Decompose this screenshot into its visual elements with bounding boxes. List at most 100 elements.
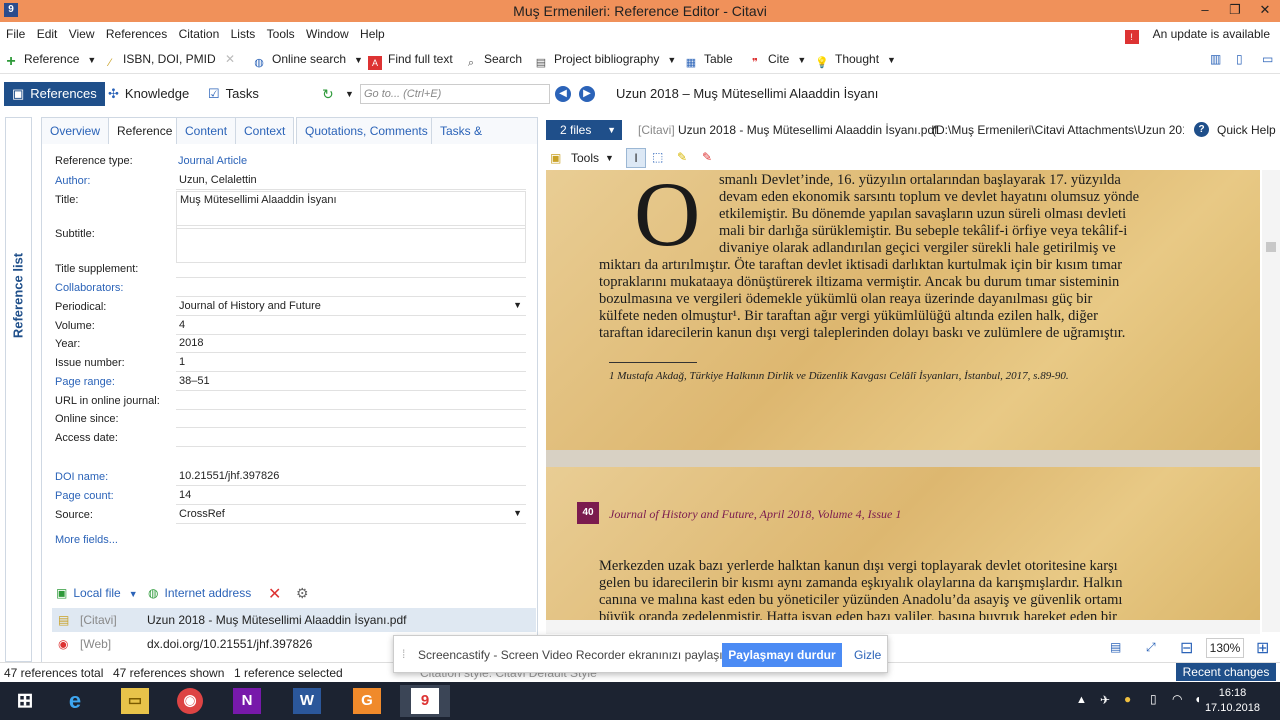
- thought-button[interactable]: 💡 Thought ▼: [815, 52, 896, 70]
- tab-knowledge[interactable]: ✣ Knowledge: [100, 82, 197, 106]
- start-button[interactable]: ⊞: [0, 685, 50, 717]
- delete-icon[interactable]: ✕: [225, 52, 235, 66]
- tab-reference[interactable]: Reference: [108, 117, 182, 144]
- chevron-down-icon[interactable]: ▼: [345, 89, 354, 99]
- doi-field[interactable]: 10.21551/jhf.397826: [176, 468, 526, 486]
- title-field[interactable]: Muş Mütesellimi Alaaddin İsyanı: [176, 191, 526, 229]
- online-since-field[interactable]: [176, 410, 526, 428]
- stop-sharing-button[interactable]: Paylaşmayı durdur: [722, 643, 842, 667]
- maximize-button[interactable]: ❐: [1220, 0, 1250, 22]
- chevron-down-icon[interactable]: ▼: [354, 55, 363, 65]
- zoom-out-icon[interactable]: ⊟: [1180, 638, 1193, 658]
- history-icon[interactable]: ↻: [322, 86, 334, 103]
- gear-icon[interactable]: ⚙: [296, 585, 309, 602]
- taskbar-chrome[interactable]: ◉: [165, 685, 215, 717]
- menu-window[interactable]: Window: [306, 22, 349, 46]
- collaborators-label[interactable]: Collaborators:: [55, 282, 123, 294]
- internet-address-button[interactable]: ◍ Internet address: [148, 586, 251, 600]
- tab-tasks[interactable]: ☑ Tasks: [200, 82, 267, 106]
- zoom-level[interactable]: 130%: [1206, 638, 1244, 658]
- menu-references[interactable]: References: [106, 22, 167, 46]
- close-button[interactable]: ✕: [1250, 0, 1280, 22]
- doi-label[interactable]: DOI name:: [55, 471, 108, 483]
- selection-rectangle-icon[interactable]: ⬚: [652, 150, 663, 164]
- chevron-down-icon[interactable]: ▼: [667, 55, 676, 65]
- table-button[interactable]: ▦ Table: [684, 52, 733, 70]
- access-date-field[interactable]: [176, 429, 526, 447]
- zoom-in-icon[interactable]: ⊞: [1256, 638, 1269, 658]
- highlighter-icon[interactable]: ✎: [677, 150, 687, 164]
- tab-references[interactable]: ▣ References: [4, 82, 105, 106]
- battery-icon[interactable]: ▯: [1150, 692, 1157, 706]
- layout-icon[interactable]: ▯: [1236, 52, 1243, 66]
- attachment-row[interactable]: ▤ [Citavi] Uzun 2018 - Muş Mütesellimi A…: [52, 608, 536, 632]
- menu-citation[interactable]: Citation: [179, 22, 220, 46]
- more-fields-link[interactable]: More fields...: [55, 534, 118, 546]
- volume-icon[interactable]: ◖: [1194, 692, 1201, 706]
- periodical-field[interactable]: Journal of History and Future ▼: [176, 298, 526, 316]
- subtitle-field[interactable]: [176, 225, 526, 263]
- taskbar-explorer[interactable]: ▭: [110, 685, 160, 717]
- wifi-icon[interactable]: ◠: [1172, 692, 1182, 706]
- title-supplement-field[interactable]: [176, 260, 526, 278]
- page-count-field[interactable]: 14: [176, 487, 526, 505]
- goto-input[interactable]: Go to... (Ctrl+E): [360, 84, 550, 104]
- year-field[interactable]: 2018: [176, 335, 526, 353]
- red-highlighter-icon[interactable]: ✎: [702, 150, 712, 164]
- tray-app-icon[interactable]: ✈: [1100, 693, 1110, 707]
- menu-view[interactable]: View: [69, 22, 95, 46]
- chevron-down-icon[interactable]: ▼: [513, 508, 522, 518]
- drag-handle-icon[interactable]: ⁞: [402, 647, 405, 661]
- chevron-down-icon[interactable]: ▼: [605, 153, 614, 163]
- pdf-horizontal-scrollbar[interactable]: [546, 620, 1260, 634]
- volume-field[interactable]: 4: [176, 317, 526, 335]
- taskbar-pdf-app[interactable]: G: [342, 685, 392, 717]
- chevron-down-icon[interactable]: ▼: [129, 589, 138, 599]
- reference-type-value[interactable]: Journal Article: [178, 155, 247, 167]
- tray-network-icon[interactable]: ●: [1124, 692, 1131, 706]
- fit-page-icon[interactable]: ⤢: [1146, 640, 1156, 655]
- text-cursor-icon[interactable]: I: [626, 148, 646, 168]
- local-file-button[interactable]: ▣ Local file ▼: [56, 586, 138, 600]
- search-button[interactable]: ⌕ Search: [464, 52, 522, 70]
- files-button[interactable]: 2 files ▼: [546, 120, 622, 140]
- help-icon[interactable]: ?: [1194, 122, 1209, 137]
- chevron-down-icon[interactable]: ▼: [513, 300, 522, 310]
- url-field[interactable]: [176, 392, 526, 410]
- tab-context[interactable]: Context: [235, 117, 295, 144]
- menu-lists[interactable]: Lists: [231, 22, 256, 46]
- menu-help[interactable]: Help: [360, 22, 385, 46]
- taskbar-clock[interactable]: 16:18 17.10.2018: [1205, 686, 1260, 716]
- scroll-thumb[interactable]: [1266, 242, 1276, 252]
- author-label[interactable]: Author:: [55, 175, 90, 187]
- remove-link-icon[interactable]: ✕: [268, 584, 281, 604]
- tab-quotations[interactable]: Quotations, Comments: [296, 117, 437, 144]
- project-bibliography-button[interactable]: ▤ Project bibliography ▼: [534, 52, 677, 70]
- source-field[interactable]: CrossRef ▼: [176, 506, 526, 524]
- pdf-vertical-scrollbar[interactable]: [1262, 170, 1280, 632]
- author-field[interactable]: Uzun, Celalettin: [176, 172, 526, 190]
- chevron-down-icon[interactable]: ▼: [887, 55, 896, 65]
- layout-icon[interactable]: ▭: [1262, 52, 1273, 66]
- menu-edit[interactable]: Edit: [37, 22, 58, 46]
- isbn-doi-button[interactable]: ⁄ ISBN, DOI, PMID: [103, 52, 216, 70]
- taskbar-ie[interactable]: e: [50, 685, 100, 717]
- menu-tools[interactable]: Tools: [267, 22, 295, 46]
- hide-button[interactable]: Gizle: [854, 648, 881, 662]
- update-notice[interactable]: ! An update is available: [1119, 22, 1272, 46]
- page-count-label[interactable]: Page count:: [55, 490, 114, 502]
- tab-tasks-locations[interactable]: Tasks & locations: [431, 117, 538, 164]
- page-range-field[interactable]: 38–51: [176, 373, 526, 391]
- page-range-label[interactable]: Page range:: [55, 376, 115, 388]
- tab-content[interactable]: Content: [176, 117, 237, 144]
- fit-width-icon[interactable]: ▤: [1110, 640, 1121, 654]
- tab-overview[interactable]: Overview: [41, 117, 110, 144]
- back-arrow-icon[interactable]: ◀: [555, 86, 571, 102]
- new-reference-button[interactable]: + Reference ▼: [4, 52, 96, 70]
- find-full-text-button[interactable]: A Find full text: [368, 52, 453, 70]
- chevron-down-icon[interactable]: ▼: [87, 55, 96, 65]
- collaborators-field[interactable]: [176, 279, 526, 297]
- online-search-button[interactable]: ◍ Online search ▼: [252, 52, 363, 70]
- menu-file[interactable]: File: [6, 22, 25, 46]
- pdf-viewer[interactable]: O smanlı Devlet’inde, 16. yüzyılın ortal…: [546, 170, 1260, 632]
